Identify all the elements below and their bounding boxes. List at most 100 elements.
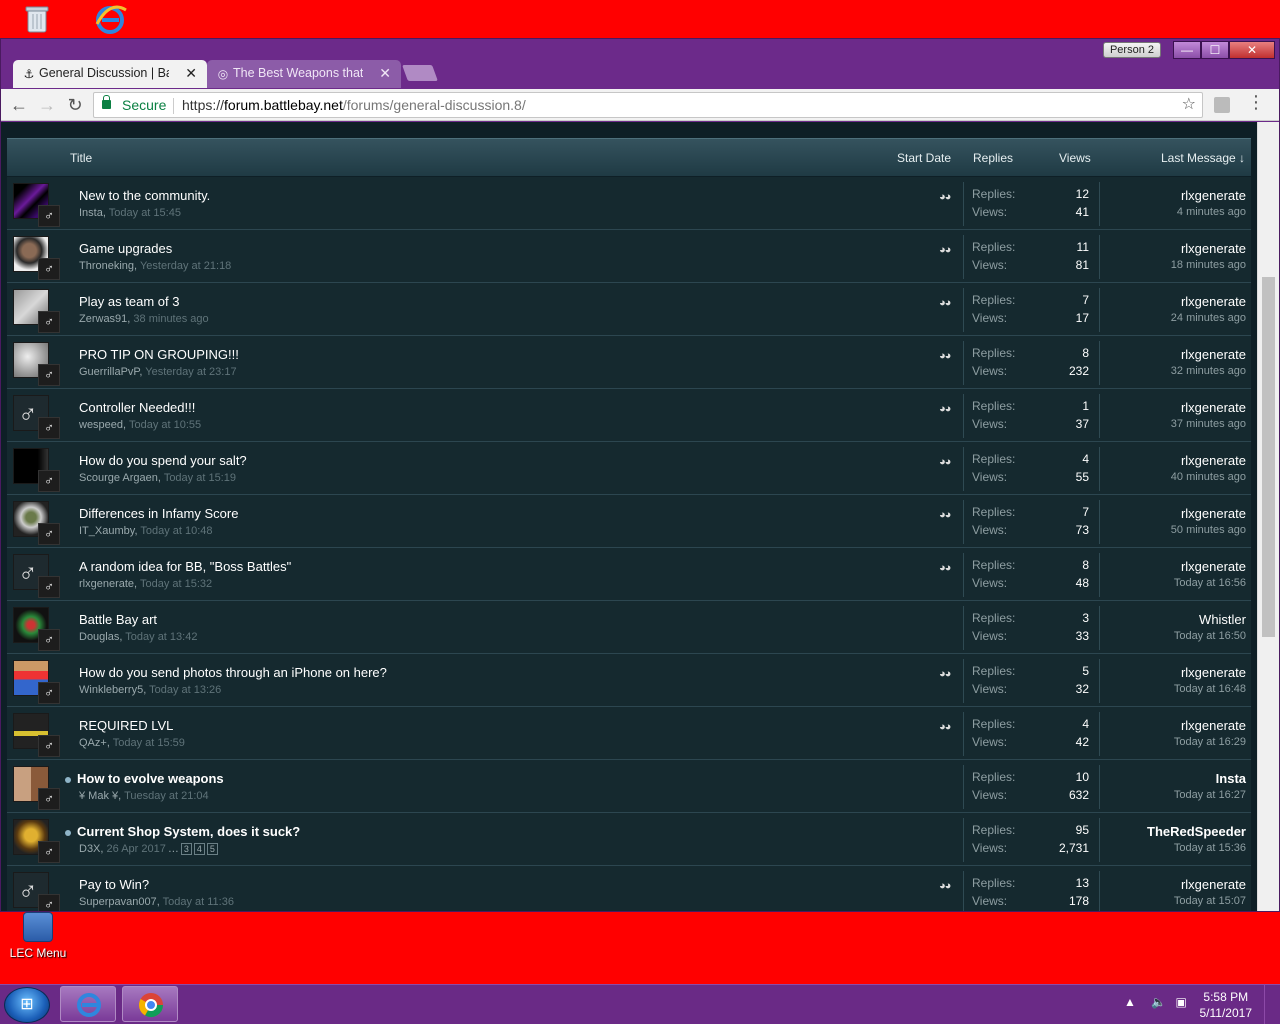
thread-start-date[interactable]: Yesterday at 21:18 [140, 260, 231, 272]
close-tab-icon[interactable]: ✕ [185, 60, 197, 87]
show-desktop-button[interactable] [1264, 985, 1280, 1024]
title-bar[interactable]: Person 2 — ☐ ✕ [1, 39, 1279, 59]
watched-goggles-icon[interactable]: ◕◕ [939, 191, 951, 203]
last-poster[interactable]: TheRedSpeeder [1147, 824, 1246, 839]
thread-start-date[interactable]: Today at 13:42 [125, 631, 197, 643]
watched-goggles-icon[interactable]: ◕◕ [939, 509, 951, 521]
watched-goggles-icon[interactable]: ◕◕ [939, 350, 951, 362]
extension-icon[interactable] [1214, 97, 1230, 113]
last-post-time[interactable]: 4 minutes ago [1177, 206, 1246, 218]
thread-title-link[interactable]: Pay to Win? [79, 877, 149, 892]
thread-row[interactable]: ♂ Play as team of 3 Zerwas91, 38 minutes… [7, 283, 1251, 336]
profile-button[interactable]: Person 2 [1102, 42, 1161, 58]
start-button[interactable]: ⊞ [4, 987, 50, 1023]
thread-row[interactable]: ♂ How do you spend your salt? Scourge Ar… [7, 442, 1251, 495]
thread-author[interactable]: Superpavan007 [79, 896, 157, 908]
bookmark-star-icon[interactable]: ☆ [1182, 93, 1196, 117]
clock[interactable]: 5:58 PM 5/11/2017 [1200, 989, 1253, 1021]
thread-start-date[interactable]: Today at 13:26 [149, 684, 221, 696]
back-arrow-icon[interactable]: ← [7, 93, 31, 117]
watched-goggles-icon[interactable]: ◕◕ [939, 297, 951, 309]
thread-title-link[interactable]: Differences in Infamy Score [79, 506, 238, 521]
thread-author[interactable]: Zerwas91 [79, 313, 127, 325]
last-post-time[interactable]: Today at 16:48 [1174, 683, 1246, 695]
thread-title-link[interactable]: How do you spend your salt? [79, 453, 247, 468]
last-poster[interactable]: rlxgenerate [1181, 400, 1246, 415]
thread-title-link[interactable]: Controller Needed!!! [79, 400, 195, 415]
last-poster[interactable]: rlxgenerate [1181, 294, 1246, 309]
last-poster[interactable]: rlxgenerate [1181, 188, 1246, 203]
thread-row[interactable]: ♂ How do you send photos through an iPho… [7, 654, 1251, 707]
last-post-time[interactable]: Today at 16:50 [1174, 630, 1246, 642]
watched-goggles-icon[interactable]: ◕◕ [939, 880, 951, 892]
page-link[interactable]: 3 [180, 843, 192, 855]
last-post-time[interactable]: Today at 16:29 [1174, 736, 1246, 748]
thread-start-date[interactable]: Today at 15:45 [109, 207, 181, 219]
internet-explorer-desktop-icon[interactable] [94, 4, 134, 38]
last-poster[interactable]: rlxgenerate [1181, 453, 1246, 468]
thread-start-date[interactable]: Today at 11:36 [163, 896, 234, 908]
minimize-button[interactable]: — [1173, 41, 1201, 59]
taskbar-chrome[interactable] [122, 986, 178, 1022]
last-post-time[interactable]: 40 minutes ago [1171, 471, 1246, 483]
address-bar[interactable]: Secure https://forum.battlebay.net/forum… [93, 92, 1203, 118]
last-post-time[interactable]: 50 minutes ago [1171, 524, 1246, 536]
thread-author[interactable]: rlxgenerate [79, 578, 134, 590]
last-poster[interactable]: rlxgenerate [1181, 559, 1246, 574]
thread-title-link[interactable]: A random idea for BB, "Boss Battles" [79, 559, 291, 574]
thread-title-link[interactable]: Battle Bay art [79, 612, 157, 627]
thread-start-date[interactable]: Today at 15:32 [140, 578, 212, 590]
watched-goggles-icon[interactable]: ◕◕ [939, 562, 951, 574]
maximize-button[interactable]: ☐ [1201, 41, 1229, 59]
thread-author[interactable]: Throneking [79, 260, 134, 272]
page-link[interactable]: 4 [193, 843, 205, 855]
thread-row[interactable]: ♂ Battle Bay art Douglas, Today at 13:42… [7, 601, 1251, 654]
thread-title-link[interactable]: How to evolve weapons [77, 771, 224, 786]
last-post-time[interactable]: 24 minutes ago [1171, 312, 1246, 324]
thread-author[interactable]: QAz+ [79, 737, 107, 749]
header-replies[interactable]: Replies [973, 151, 1013, 165]
lec-menu-shortcut[interactable]: LEC Menu [8, 912, 68, 972]
thread-author[interactable]: Winkleberry5 [79, 684, 143, 696]
last-post-time[interactable]: Today at 15:07 [1174, 895, 1246, 907]
page-link[interactable]: 5 [206, 843, 218, 855]
thread-row[interactable]: ♂ ♂ A random idea for BB, "Boss Battles"… [7, 548, 1251, 601]
thread-row[interactable]: ♂ Current Shop System, does it suck? D3X… [7, 813, 1251, 866]
thread-start-date[interactable]: Today at 15:19 [164, 472, 236, 484]
watched-goggles-icon[interactable]: ◕◕ [939, 668, 951, 680]
show-hidden-icons-icon[interactable]: ▲ [1124, 995, 1136, 1009]
close-window-button[interactable]: ✕ [1229, 41, 1275, 59]
thread-row[interactable]: ♂ REQUIRED LVL QAz+, Today at 15:59 ◕◕ R… [7, 707, 1251, 760]
last-poster[interactable]: rlxgenerate [1181, 347, 1246, 362]
thread-row[interactable]: ♂ New to the community. Insta, Today at … [7, 177, 1251, 230]
thread-start-date[interactable]: Today at 10:48 [140, 525, 212, 537]
thread-start-date[interactable]: Today at 15:59 [113, 737, 185, 749]
thread-author[interactable]: Scourge Argaen [79, 472, 158, 484]
thread-start-date[interactable]: Today at 10:55 [129, 419, 201, 431]
last-post-time[interactable]: 32 minutes ago [1171, 365, 1246, 377]
thread-row[interactable]: ♂ How to evolve weapons ¥ Mak ¥, Tuesday… [7, 760, 1251, 813]
last-post-time[interactable]: Today at 16:56 [1174, 577, 1246, 589]
thread-author[interactable]: ¥ Mak ¥ [79, 790, 118, 802]
volume-icon[interactable]: 🔈 [1151, 995, 1166, 1009]
header-title[interactable]: Title [70, 151, 92, 165]
last-poster[interactable]: rlxgenerate [1181, 718, 1246, 733]
last-post-time[interactable]: 37 minutes ago [1171, 418, 1246, 430]
thread-author[interactable]: Douglas [79, 631, 119, 643]
thread-row[interactable]: ♂ ♂ Controller Needed!!! wespeed, Today … [7, 389, 1251, 442]
thread-start-date[interactable]: 38 minutes ago [133, 313, 208, 325]
thread-row[interactable]: ♂ Differences in Infamy Score IT_Xaumby,… [7, 495, 1251, 548]
thread-row[interactable]: ♂ ♂ Pay to Win? Superpavan007, Today at … [7, 866, 1251, 911]
last-poster[interactable]: rlxgenerate [1181, 506, 1246, 521]
thread-start-date[interactable]: Yesterday at 23:17 [145, 366, 236, 378]
last-poster[interactable]: Insta [1216, 771, 1246, 786]
tab-general-discussion[interactable]: ⚓ General Discussion | Battl ✕ [13, 60, 207, 88]
header-last-message[interactable]: Last Message ↓ [1161, 151, 1245, 165]
thread-title-link[interactable]: How do you send photos through an iPhone… [79, 665, 387, 680]
thread-title-link[interactable]: PRO TIP ON GROUPING!!! [79, 347, 239, 362]
watched-goggles-icon[interactable]: ◕◕ [939, 244, 951, 256]
last-post-time[interactable]: 18 minutes ago [1171, 259, 1246, 271]
last-post-time[interactable]: Today at 15:36 [1174, 842, 1246, 854]
watched-goggles-icon[interactable]: ◕◕ [939, 403, 951, 415]
reload-icon[interactable]: ↻ [63, 93, 87, 117]
